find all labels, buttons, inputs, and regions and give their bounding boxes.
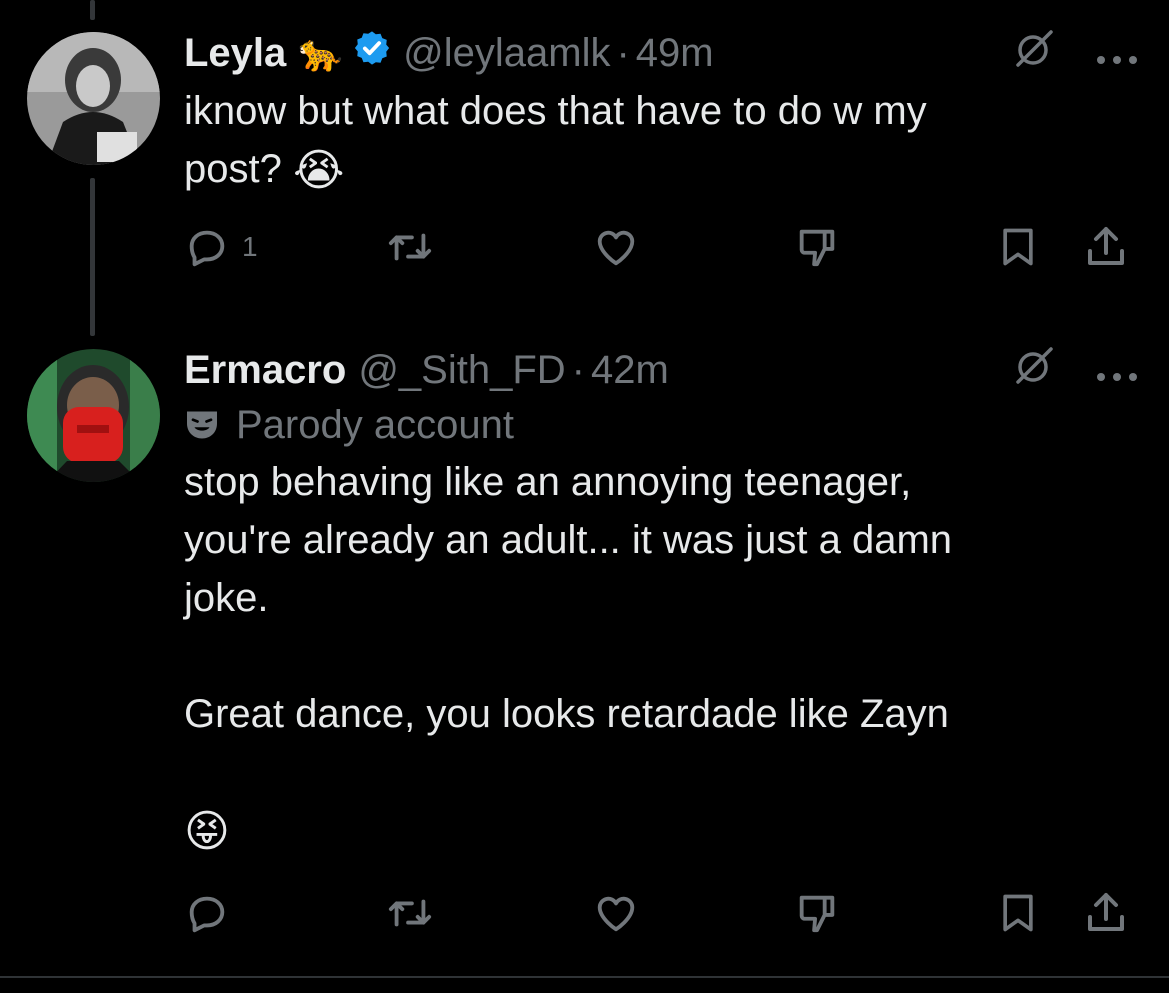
verified-badge-icon — [353, 29, 391, 77]
bookmark-button[interactable] — [996, 222, 1040, 272]
action-bar: 1 — [184, 222, 1139, 272]
parody-label: Parody account — [184, 397, 1139, 453]
dislike-icon — [799, 229, 835, 267]
tweet-header: Ermacro @_Sith_FD · 42m — [184, 345, 1139, 395]
dislike-button[interactable] — [792, 222, 842, 272]
retweet-icon — [388, 899, 432, 927]
grok-icon[interactable] — [1013, 26, 1057, 80]
timestamp[interactable]: 49m — [636, 31, 714, 76]
separator-dot: · — [616, 30, 630, 75]
tweet-text: stop behaving like an annoying teenager,… — [184, 453, 1139, 861]
dislike-button[interactable] — [792, 888, 842, 938]
retweet-button[interactable] — [384, 888, 436, 938]
tweet-1[interactable]: Leyla 🐆 @leylaamlk · 49m iknow but what … — [184, 28, 1139, 200]
tweet-text: iknow but what does that have to do w my… — [184, 82, 1139, 200]
reply-icon — [189, 230, 225, 267]
tweet-text-content: stop behaving like an annoying teenager,… — [184, 460, 953, 736]
text-emoji: 😝 — [184, 807, 230, 857]
like-icon — [597, 896, 635, 932]
reply-count: 1 — [242, 231, 258, 262]
divider — [0, 976, 1169, 978]
name-emoji: 🐆 — [298, 32, 344, 73]
action-bar — [184, 888, 1139, 938]
dislike-icon — [799, 895, 835, 933]
share-icon — [1088, 227, 1124, 265]
more-icon[interactable] — [1095, 348, 1139, 393]
reply-icon — [189, 896, 225, 933]
tweet-2[interactable]: Ermacro @_Sith_FD · 42m Parody account s… — [184, 345, 1139, 861]
user-handle[interactable]: @leylaamlk — [403, 31, 610, 76]
separator-dot: · — [571, 347, 585, 392]
reply-button[interactable]: 1 — [184, 222, 258, 272]
share-icon — [1088, 893, 1124, 931]
like-button[interactable] — [592, 888, 640, 938]
share-button[interactable] — [1082, 222, 1130, 272]
display-name[interactable]: Leyla — [184, 31, 286, 76]
tweet-header: Leyla 🐆 @leylaamlk · 49m — [184, 28, 1139, 78]
parody-label-text: Parody account — [236, 402, 514, 447]
parody-mask-icon — [184, 408, 220, 442]
text-emoji: 😭 — [292, 146, 345, 196]
bookmark-icon — [1003, 894, 1033, 932]
timestamp[interactable]: 42m — [591, 348, 669, 393]
grok-icon[interactable] — [1013, 343, 1057, 397]
avatar[interactable] — [27, 32, 160, 165]
header-actions — [1013, 345, 1139, 395]
thread-line-top — [90, 0, 95, 20]
share-button[interactable] — [1082, 888, 1130, 938]
avatar[interactable] — [27, 349, 160, 482]
retweet-button[interactable] — [384, 222, 436, 272]
bookmark-button[interactable] — [996, 888, 1040, 938]
like-icon — [597, 230, 635, 266]
header-actions — [1013, 28, 1139, 78]
display-name[interactable]: Ermacro — [184, 348, 346, 393]
bookmark-icon — [1003, 228, 1033, 266]
reply-button[interactable] — [184, 888, 242, 938]
like-button[interactable] — [592, 222, 640, 272]
thread-line-connector — [90, 178, 95, 336]
retweet-icon — [388, 233, 432, 261]
user-handle[interactable]: @_Sith_FD — [358, 348, 565, 393]
more-icon[interactable] — [1095, 31, 1139, 76]
